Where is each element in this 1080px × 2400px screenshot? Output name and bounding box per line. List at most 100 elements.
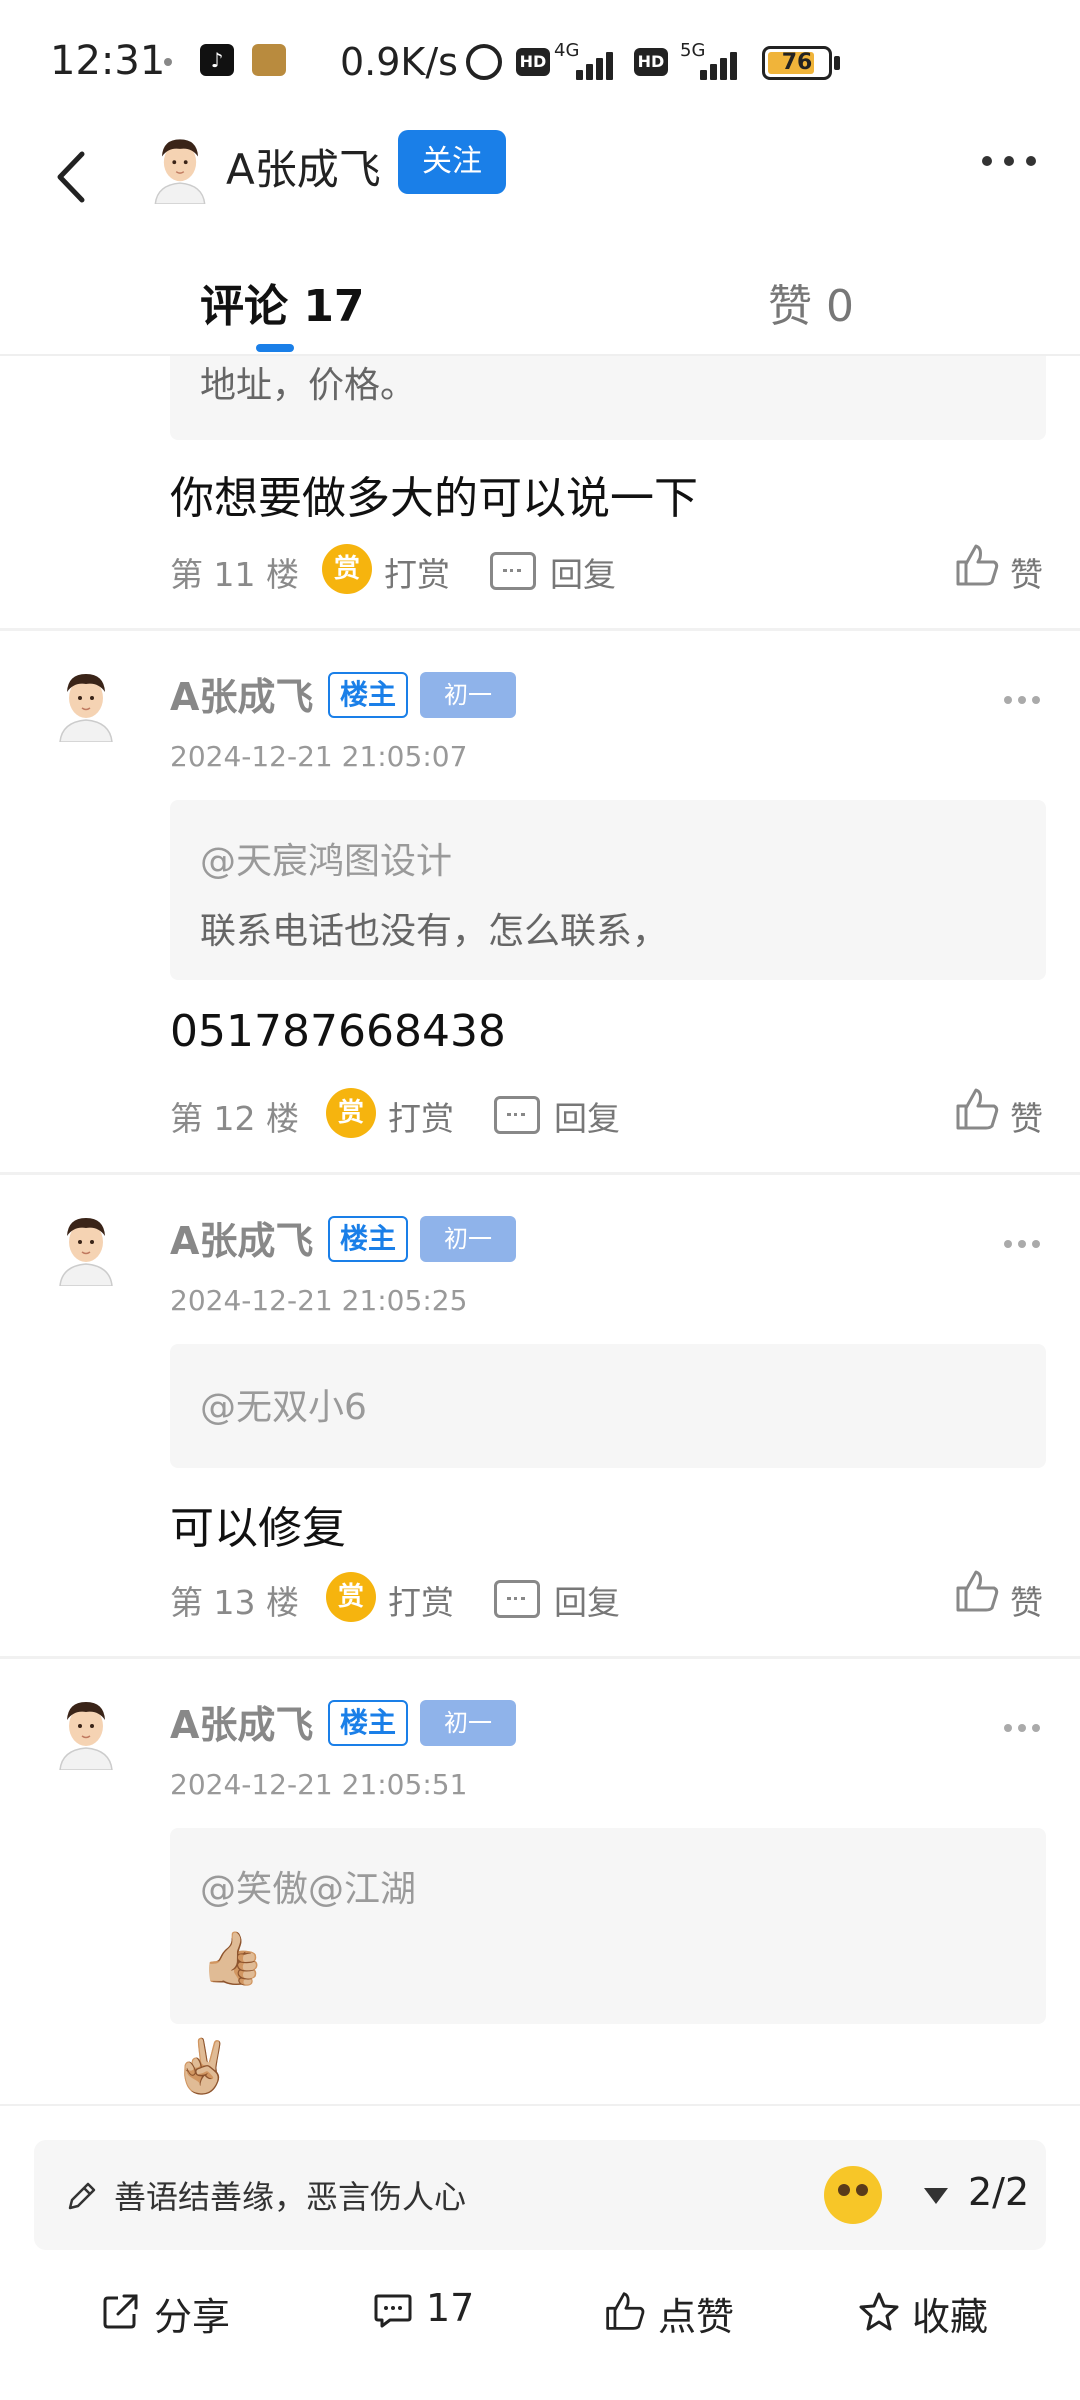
reply-icon[interactable] xyxy=(490,552,536,590)
reward-button[interactable]: 打赏 xyxy=(388,1092,454,1140)
thumbs-up-icon xyxy=(606,2292,645,2330)
reply-button[interactable]: 回复 xyxy=(554,1576,620,1624)
quoted-reply: 地址，价格。 xyxy=(170,356,1046,440)
like-post-button[interactable]: 点赞 xyxy=(604,2282,744,2339)
hd-icon-2: HD xyxy=(634,48,668,76)
quoted-text: 联系电话也没有，怎么联系， xyxy=(200,911,669,952)
thumbs-up-icon[interactable] xyxy=(954,542,1000,588)
owner-badge: 楼主 xyxy=(328,672,408,718)
like-button[interactable]: 赞 xyxy=(1010,1092,1043,1140)
commenter-avatar[interactable] xyxy=(46,1690,126,1770)
notification-dot-icon xyxy=(164,58,172,66)
author-name[interactable]: A张成飞 xyxy=(226,136,381,197)
comment-count: 17 xyxy=(426,2286,475,2330)
like-button[interactable]: 赞 xyxy=(1010,548,1043,596)
signal-icon-2 xyxy=(700,48,760,80)
divider xyxy=(0,628,1080,631)
quoted-user[interactable]: @天宸鸿图设计 xyxy=(200,832,452,884)
like-button[interactable]: 赞 xyxy=(1010,1576,1043,1624)
app-notification-icon xyxy=(252,44,286,76)
reward-icon[interactable]: 赏 xyxy=(322,544,372,594)
thumbs-up-icon[interactable] xyxy=(954,1568,1000,1614)
favorite-label: 收藏 xyxy=(912,2295,989,2339)
battery-level: 76 xyxy=(781,50,813,75)
emoji-icon[interactable] xyxy=(824,2166,882,2224)
reward-button[interactable]: 打赏 xyxy=(388,1576,454,1624)
divider xyxy=(0,1656,1080,1659)
hd-icon: HD xyxy=(516,48,550,76)
battery-tip xyxy=(834,56,840,70)
comment-input[interactable]: 善语结善缘，恶言伤人心 2/2 xyxy=(34,2140,1046,2250)
follow-button[interactable]: 关注 xyxy=(398,130,506,194)
share-label: 分享 xyxy=(154,2295,231,2339)
reply-icon[interactable] xyxy=(494,1580,540,1618)
owner-badge: 楼主 xyxy=(328,1700,408,1746)
comment-more-icon[interactable] xyxy=(1004,1238,1044,1250)
comment-text: 你想要做多大的可以说一下 xyxy=(170,473,698,524)
alarm-icon xyxy=(466,44,502,80)
reward-icon[interactable]: 赏 xyxy=(326,1088,376,1138)
reply-button[interactable]: 回复 xyxy=(554,1092,620,1140)
caret-down-icon[interactable] xyxy=(924,2188,948,2204)
comment-text: 可以修复 xyxy=(170,1503,346,1554)
pencil-icon xyxy=(68,2182,96,2210)
quoted-reply: @天宸鸿图设计 联系电话也没有，怎么联系， xyxy=(170,800,1046,980)
more-options-icon[interactable] xyxy=(982,150,1038,174)
comment-list[interactable]: 地址，价格。 你想要做多大的可以说一下 第 11 楼 赏 打赏 回复 赞 A张成… xyxy=(0,356,1080,2104)
reply-button[interactable]: 回复 xyxy=(550,548,616,596)
quoted-reply: @笑傲@江湖 👍🏼 xyxy=(170,1828,1046,2024)
quoted-user[interactable]: @无双小6 xyxy=(200,1378,367,1430)
battery-icon: 76 xyxy=(762,46,832,80)
commenter-name[interactable]: A张成飞 xyxy=(170,1210,313,1265)
comments-button[interactable]: 17 xyxy=(372,2282,492,2338)
commenter-avatar[interactable] xyxy=(46,662,126,742)
floor-number: 第 13 楼 xyxy=(170,1583,299,1622)
status-time: 12:31 xyxy=(50,38,166,84)
level-badge: 初一 xyxy=(420,672,516,718)
thumbs-up-icon[interactable] xyxy=(954,1086,1000,1132)
reward-icon[interactable]: 赏 xyxy=(326,1572,376,1622)
quoted-user[interactable]: @笑傲@江湖 xyxy=(200,1860,416,1912)
tab-comments[interactable]: 评论 17 xyxy=(200,270,365,334)
comment-text: 051787668438 xyxy=(170,1006,506,1057)
signal-icon xyxy=(576,48,636,80)
quoted-text: 地址，价格。 xyxy=(200,365,417,406)
share-icon xyxy=(103,2294,138,2329)
bottom-bar: 善语结善缘，恶言伤人心 2/2 分享 17 点赞 收藏 xyxy=(0,2104,1080,2400)
star-icon xyxy=(859,2292,899,2331)
author-avatar[interactable] xyxy=(142,128,218,204)
comment-icon xyxy=(374,2294,412,2328)
commenter-avatar[interactable] xyxy=(46,1206,126,1286)
reply-icon[interactable] xyxy=(494,1096,540,1134)
comment-more-icon[interactable] xyxy=(1004,1722,1044,1734)
floor-number: 第 11 楼 xyxy=(170,555,299,594)
page-indicator[interactable]: 2/2 xyxy=(968,2170,1029,2214)
comment-time: 2024-12-21 21:05:25 xyxy=(170,1284,468,1317)
commenter-name[interactable]: A张成飞 xyxy=(170,1694,313,1749)
floor-number: 第 12 楼 xyxy=(170,1099,299,1138)
like-label: 点赞 xyxy=(658,2295,735,2339)
comment-more-icon[interactable] xyxy=(1004,694,1044,706)
input-placeholder: 善语结善缘，恶言伤人心 xyxy=(114,2178,467,2216)
owner-badge: 楼主 xyxy=(328,1216,408,1262)
quoted-reply: @无双小6 xyxy=(170,1344,1046,1468)
reward-button[interactable]: 打赏 xyxy=(384,548,450,596)
comment-time: 2024-12-21 21:05:51 xyxy=(170,1768,468,1801)
commenter-name[interactable]: A张成飞 xyxy=(170,666,313,721)
level-badge: 初一 xyxy=(420,1216,516,1262)
network-speed: 0.9K/s xyxy=(340,40,458,84)
tab-active-indicator xyxy=(256,344,294,352)
tab-bar: 评论 17 赞 0 xyxy=(0,240,1080,356)
thumbs-up-emoji: 👍🏼 xyxy=(200,1929,265,1989)
victory-emoji: ✌🏼 xyxy=(170,2037,235,2097)
favorite-button[interactable]: 收藏 xyxy=(858,2282,998,2339)
status-bar: 12:31 ♪ 0.9K/s HD 4G HD 5G 76 xyxy=(0,0,1080,120)
share-button[interactable]: 分享 xyxy=(100,2282,240,2339)
tiktok-notification-icon: ♪ xyxy=(200,44,234,76)
top-header: A张成飞 关注 xyxy=(0,120,1080,240)
divider xyxy=(0,1172,1080,1175)
comment-time: 2024-12-21 21:05:07 xyxy=(170,740,468,773)
back-arrow-icon[interactable] xyxy=(40,142,110,212)
tab-likes[interactable]: 赞 0 xyxy=(768,270,854,334)
level-badge: 初一 xyxy=(420,1700,516,1746)
